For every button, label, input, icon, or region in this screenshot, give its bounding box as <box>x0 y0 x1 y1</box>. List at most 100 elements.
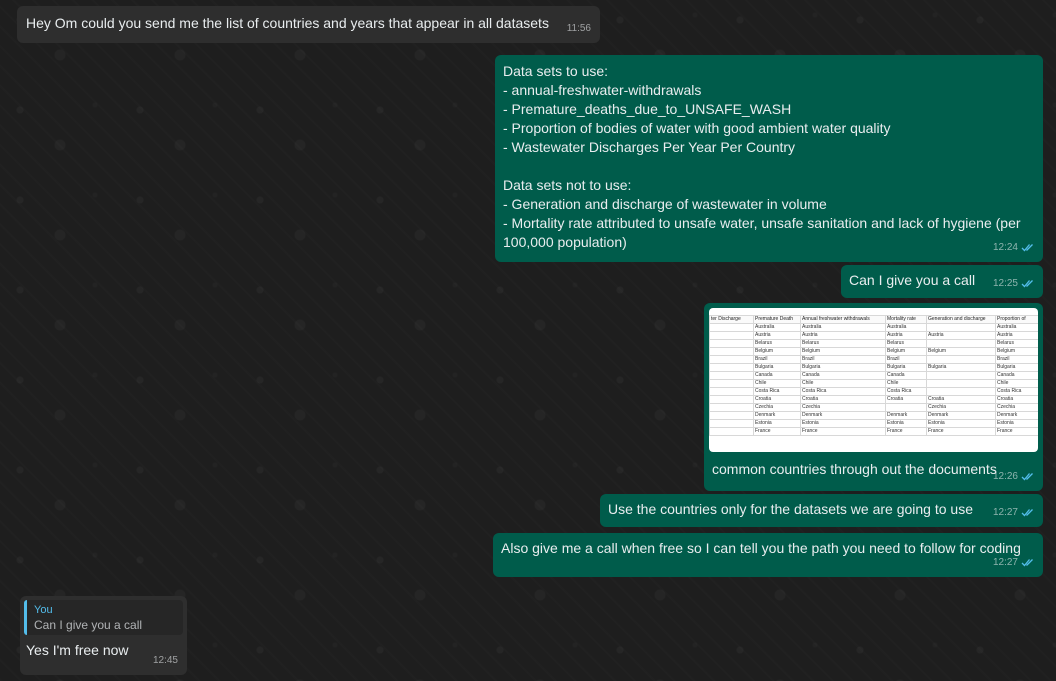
sheet-row: Bulgaria Bulgaria Bulgaria Bulgaria Bulgaria <box>709 363 1038 372</box>
sheet-cell: Croatia <box>800 395 886 404</box>
message-text: Data sets to use: - annual-freshwater-wi… <box>503 63 1021 250</box>
message-text: Also give me a call when free so I can t… <box>501 540 1021 556</box>
message-bubble-outgoing[interactable]: Also give me a call when free so I can t… <box>493 533 1043 577</box>
image-attachment[interactable]: ter Discharge Premature Death Annual fresh… <box>709 308 1038 452</box>
message-bubble-outgoing-image[interactable]: ter Discharge Premature Death Annual fresh… <box>704 303 1043 491</box>
sheet-cell: Brazil <box>753 355 801 364</box>
sheet-header-cell: Generation and discharge <box>926 315 996 324</box>
sheet-cell: Denmark <box>995 411 1038 420</box>
sheet-cell: Croatia <box>926 395 996 404</box>
double-check-icon <box>1021 243 1034 252</box>
sheet-row: Chile Chile Chile Chile <box>709 379 1038 388</box>
sheet-cell: Costa Rica <box>753 387 801 396</box>
sheet-cell: Bulgaria <box>800 363 886 372</box>
sheet-cell <box>709 355 754 364</box>
sheet-cell: Canada <box>800 371 886 380</box>
sheet-cell <box>926 379 996 388</box>
sheet-cell <box>926 371 996 380</box>
double-check-icon <box>1021 508 1034 517</box>
sheet-cell: Belgium <box>753 347 801 356</box>
sheet-cell: Austria <box>753 331 801 340</box>
message-meta: 11:56 <box>567 19 591 38</box>
message-bubble-outgoing[interactable]: Use the countries only for the datasets … <box>600 494 1043 527</box>
sheet-cell <box>709 323 754 332</box>
sheet-row: France France France France France <box>709 427 1038 436</box>
sheet-cell <box>709 427 754 436</box>
message-text: Hey Om could you send me the list of cou… <box>26 15 549 31</box>
sheet-cell: Canada <box>753 371 801 380</box>
message-meta: 12:24 <box>993 238 1034 257</box>
sheet-cell: Belgium <box>800 347 886 356</box>
sheet-cell: Austria <box>800 331 886 340</box>
sheet-cell: Belarus <box>885 339 927 348</box>
sheet-row: Estonia Estonia Estonia Estonia Estonia <box>709 419 1038 428</box>
sheet-header-cell: Mortality rate <box>885 315 927 324</box>
sheet-cell: Bulgaria <box>885 363 927 372</box>
sheet-cell <box>709 411 754 420</box>
sheet-header-cell: Annual freshwater withdrawals <box>800 315 886 324</box>
sheet-cell <box>709 339 754 348</box>
sheet-cell <box>709 379 754 388</box>
message-bubble-outgoing[interactable]: Can I give you a call 12:25 <box>841 265 1043 298</box>
sheet-cell: Czechia <box>926 403 996 412</box>
sheet-cell <box>885 403 927 412</box>
sheet-cell <box>709 403 754 412</box>
sheet-cell: Belgium <box>995 347 1038 356</box>
sheet-cell <box>709 419 754 428</box>
sheet-cell: Chile <box>885 379 927 388</box>
sheet-cell: Bulgaria <box>753 363 801 372</box>
sheet-row: Czechia Czechia Czechia Czechia <box>709 403 1038 412</box>
sheet-row: Croatia Croatia Croatia Croatia Croatia <box>709 395 1038 404</box>
sheet-row: Canada Canada Canada Canada <box>709 371 1038 380</box>
sheet-cell: Belarus <box>995 339 1038 348</box>
sheet-cell: Austria <box>995 331 1038 340</box>
message-bubble-incoming[interactable]: Hey Om could you send me the list of cou… <box>17 6 600 43</box>
sheet-header-cell: Proportion of <box>995 315 1038 324</box>
image-caption: common countries through out the documen… <box>712 461 997 477</box>
sheet-cell: Estonia <box>753 419 801 428</box>
sheet-row: Austria Austria Austria Austria Austria <box>709 331 1038 340</box>
message-time: 12:27 <box>992 507 1018 518</box>
sheet-cell: France <box>800 427 886 436</box>
sheet-cell: Croatia <box>753 395 801 404</box>
sheet-cell: Bulgaria <box>995 363 1038 372</box>
double-check-icon <box>1021 558 1034 567</box>
quoted-reply[interactable]: You Can I give you a call <box>24 600 183 635</box>
sheet-cell: Estonia <box>885 419 927 428</box>
sheet-row: Brazil Brazil Brazil Brazil <box>709 355 1038 364</box>
sheet-cell: Belarus <box>753 339 801 348</box>
message-bubble-outgoing[interactable]: Data sets to use: - annual-freshwater-wi… <box>495 55 1043 262</box>
message-meta: 12:27 <box>993 503 1034 522</box>
sheet-cell: Czechia <box>995 403 1038 412</box>
sheet-cell: Costa Rica <box>800 387 886 396</box>
sheet-cell <box>709 387 754 396</box>
sheet-cell: Chile <box>753 379 801 388</box>
sheet-cell: Bulgaria <box>926 363 996 372</box>
sheet-cell: Estonia <box>800 419 886 428</box>
sheet-row: Australia Australia Australia Australia <box>709 323 1038 332</box>
sheet-cell: Czechia <box>800 403 886 412</box>
sheet-cell: Belgium <box>926 347 996 356</box>
sheet-cell <box>709 363 754 372</box>
message-bubble-incoming-reply[interactable]: You Can I give you a call Yes I'm free n… <box>20 596 187 675</box>
sheet-cell: Estonia <box>926 419 996 428</box>
spreadsheet-screenshot: ter Discharge Premature Death Annual fresh… <box>709 315 1038 436</box>
sheet-row: Belarus Belarus Belarus Belarus <box>709 339 1038 348</box>
message-time: 12:24 <box>992 242 1018 253</box>
sheet-cell: Brazil <box>885 355 927 364</box>
sheet-cell: Costa Rica <box>995 387 1038 396</box>
sheet-row: Denmark Denmark Denmark Denmark Denmark <box>709 411 1038 420</box>
sheet-cell <box>709 395 754 404</box>
sheet-cell: France <box>995 427 1038 436</box>
sheet-cell: Canada <box>995 371 1038 380</box>
sheet-cell: Denmark <box>926 411 996 420</box>
sheet-cell: Australia <box>800 323 886 332</box>
sheet-cell: Belgium <box>885 347 927 356</box>
sheet-header-cell: Premature Death <box>753 315 801 324</box>
sheet-cell: Brazil <box>800 355 886 364</box>
double-check-icon <box>1021 279 1034 288</box>
message-time: 12:27 <box>992 557 1018 568</box>
sheet-cell: Australia <box>885 323 927 332</box>
sheet-cell: Chile <box>995 379 1038 388</box>
sheet-cell: Croatia <box>995 395 1038 404</box>
